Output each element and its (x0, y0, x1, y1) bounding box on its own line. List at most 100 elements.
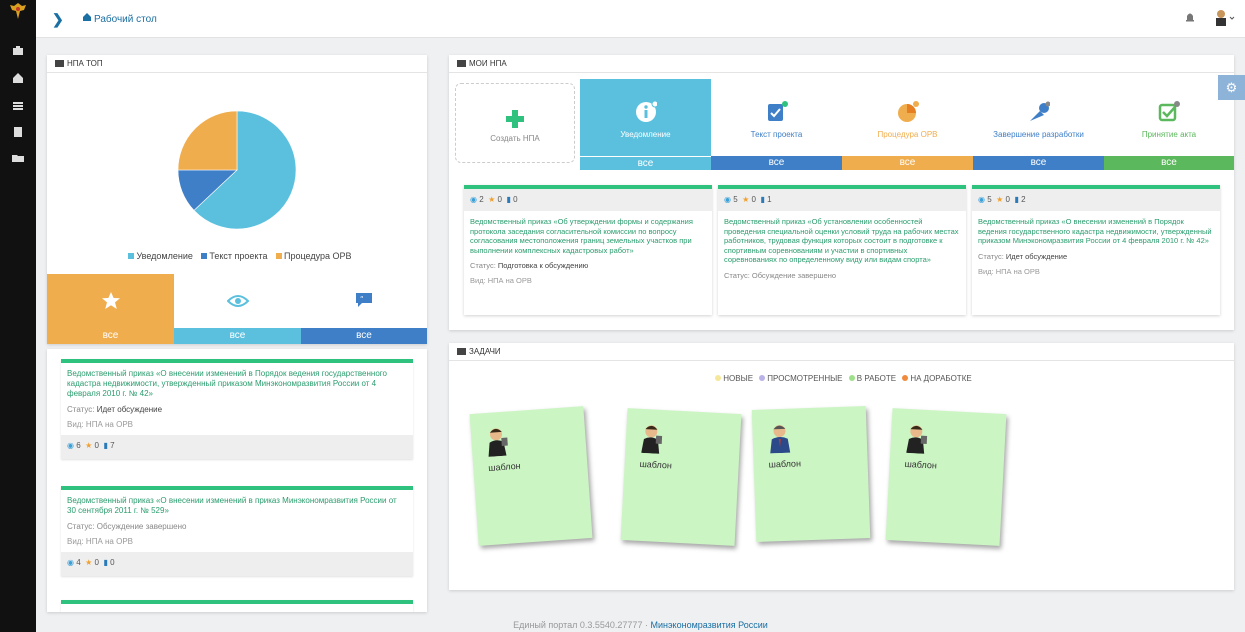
task-note[interactable]: шаблон (751, 406, 871, 542)
tab-icon-box: “ (301, 274, 427, 328)
doc-title[interactable]: Ведомственный приказ «О внесении изменен… (61, 490, 413, 518)
chevron-right-icon[interactable]: ❯ (52, 11, 64, 28)
pie-slice-3[interactable] (177, 110, 238, 171)
doc-kind: Вид: НПА на ОРВ (470, 276, 532, 285)
eye-icon: ◉ (67, 558, 74, 567)
file-icon[interactable] (10, 124, 26, 140)
footer-link[interactable]: Минэкономразвития России (650, 620, 767, 630)
doc-status: Статус: Обсуждение завершено (718, 267, 966, 284)
legend-dot (759, 375, 766, 381)
tab-views[interactable]: все (174, 274, 301, 344)
user-avatar-icon[interactable] (1213, 9, 1235, 27)
status-value: Идет обсуждение (96, 405, 163, 414)
all-link[interactable]: все (973, 156, 1104, 170)
legend-item[interactable]: ПРОСМОТРЕННЫЕ (767, 374, 842, 383)
doc-title[interactable]: Ведомственный приказ «О внесении изменен… (972, 211, 1220, 248)
doc-title[interactable]: Ведомственный приказ «Об установлении ос… (718, 211, 966, 267)
doc-title[interactable]: Ведомственный приказ «Об утверждении фор… (464, 211, 712, 257)
star-icon (101, 292, 120, 309)
category-orv[interactable]: Процедура ОРВ все (842, 79, 973, 170)
all-link[interactable]: все (842, 156, 973, 170)
star-icon: ★ (996, 195, 1004, 204)
all-link[interactable]: все (174, 328, 301, 344)
star-icon: ★ (488, 195, 496, 204)
list-item[interactable]: Ведомственный приказ «О внесении изменен… (61, 359, 413, 459)
category-project-text[interactable]: Текст проекта все (711, 79, 842, 170)
eye-icon: ◉ (978, 195, 985, 204)
task-note[interactable]: шаблон (620, 408, 742, 546)
bell-icon[interactable] (1185, 11, 1195, 23)
stars-count: 0 (94, 441, 99, 450)
task-label: шаблон (768, 458, 802, 470)
star-icon: ★ (742, 195, 750, 204)
legend-item[interactable]: НА ДОРАБОТКЕ (910, 374, 971, 383)
legend-item[interactable]: НОВЫЕ (723, 374, 753, 383)
comment-icon: ▮ (760, 195, 765, 204)
task-note[interactable]: шаблон (469, 406, 593, 546)
legend-swatch (128, 253, 135, 259)
legend-item: Текст проекта (209, 251, 268, 261)
all-link[interactable]: все (301, 328, 427, 344)
task-note[interactable]: шаблон (885, 408, 1007, 546)
list-item[interactable] (61, 600, 413, 612)
npa-top-panel: НПА ТОП Уведомление Текст проекта Процед… (47, 55, 427, 344)
all-link[interactable]: все (1104, 156, 1234, 170)
tab-icon-box (47, 274, 174, 328)
home-icon[interactable] (82, 12, 92, 22)
category-label: Завершение разработки (993, 130, 1084, 139)
footer-text: Единый портал 0.3.5540.27777 · (513, 620, 648, 630)
all-link[interactable]: все (711, 156, 842, 170)
comment-icon: ▮ (103, 558, 108, 567)
list-icon[interactable] (10, 98, 26, 114)
legend-item[interactable]: В РАБОТЕ (857, 374, 896, 383)
category-label: Создать НПА (490, 134, 540, 143)
comment-icon: ▮ (506, 195, 511, 204)
comments-count: 2 (1021, 195, 1026, 204)
briefcase-icon (457, 60, 466, 67)
views-count: 5 (987, 195, 992, 204)
category-notice[interactable]: Уведомление все (580, 79, 711, 170)
tasks-panel: ЗАДАЧИ НОВЫЕ ПРОСМОТРЕННЫЕ В РАБОТЕ НА Д… (449, 343, 1234, 590)
star-icon: ★ (85, 441, 93, 450)
doc-kind: Вид: НПА на ОРВ (67, 537, 133, 546)
panel-header: НПА ТОП (47, 55, 427, 73)
comments-count: 0 (110, 558, 115, 567)
npa-card[interactable]: ◉ 5 ★ 0 ▮ 2 Ведомственный приказ «О внес… (972, 185, 1220, 315)
user-avatar-icon (770, 425, 791, 454)
list-item[interactable]: Ведомственный приказ «О внесении изменен… (61, 486, 413, 576)
pie-chart (177, 110, 297, 230)
user-avatar-icon (906, 425, 928, 454)
info-icon (635, 101, 657, 122)
npa-card[interactable]: ◉ 5 ★ 0 ▮ 1 Ведомственный приказ «Об уст… (718, 185, 966, 315)
briefcase-icon[interactable] (10, 43, 26, 59)
star-icon: ★ (85, 558, 93, 567)
tab-comments[interactable]: “ все (301, 274, 427, 344)
breadcrumb[interactable]: Рабочий стол (94, 14, 157, 25)
category-development-end[interactable]: Завершение разработки все (973, 79, 1104, 170)
eye-icon (226, 295, 249, 307)
task-label: шаблон (904, 458, 938, 471)
stat-tabs: все все “ все (47, 274, 427, 344)
document-edit-icon (767, 101, 788, 121)
eye-icon: ◉ (724, 195, 731, 204)
doc-status: Статус: Идет обсуждение (61, 401, 413, 418)
folder-icon[interactable] (10, 150, 26, 166)
settings-gear-button[interactable]: ⚙ (1218, 75, 1245, 100)
emblem-icon[interactable] (8, 2, 28, 20)
status-value: Обсуждение завершено (96, 522, 187, 531)
legend-item: Уведомление (136, 251, 193, 261)
tasks-icon (457, 348, 466, 355)
my-npa-panel: МОИ НПА Создать НПА Уведомление все Текс… (449, 55, 1234, 330)
create-npa-button[interactable]: Создать НПА (455, 83, 575, 163)
category-act-adoption[interactable]: Принятие акта все (1104, 79, 1234, 170)
legend-dot (715, 375, 722, 381)
all-link[interactable]: все (47, 328, 174, 344)
all-link[interactable]: все (580, 156, 711, 170)
tab-favorites[interactable]: все (47, 274, 174, 344)
doc-title[interactable]: Ведомственный приказ «О внесении изменен… (61, 363, 413, 401)
stars-count: 0 (94, 558, 99, 567)
comments-count: 0 (513, 195, 518, 204)
home-icon[interactable] (10, 70, 26, 86)
npa-card[interactable]: ◉ 2 ★ 0 ▮ 0 Ведомственный приказ «Об утв… (464, 185, 712, 315)
eye-icon: ◉ (67, 441, 74, 450)
